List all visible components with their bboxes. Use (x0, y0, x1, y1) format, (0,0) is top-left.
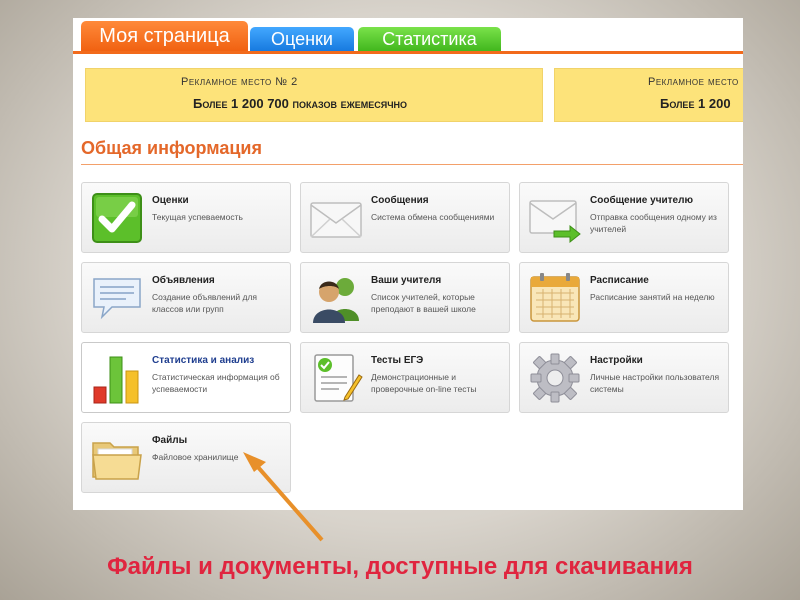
slide-caption: Файлы и документы, доступные для скачива… (107, 553, 693, 580)
pointer-arrow (243, 452, 324, 542)
arrow-head-icon (243, 452, 266, 472)
